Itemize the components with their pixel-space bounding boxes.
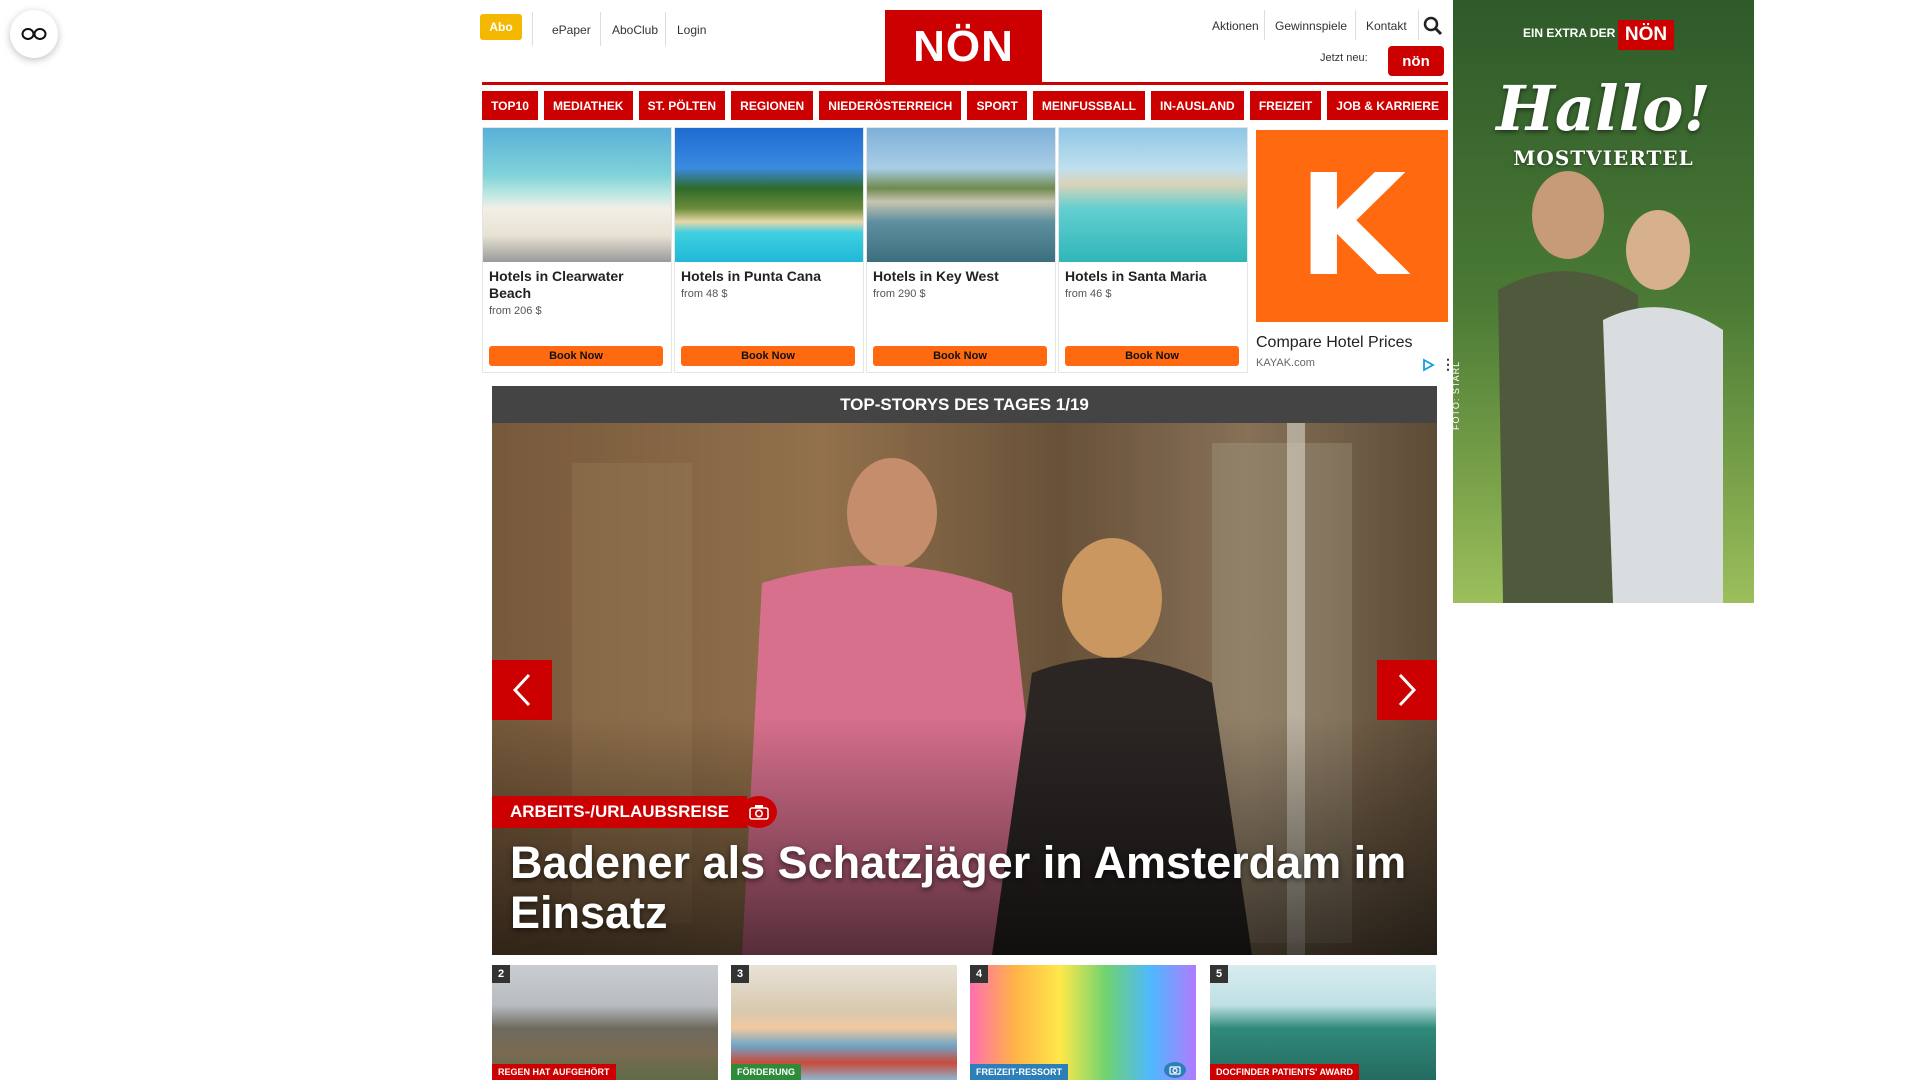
nav-st-poelten[interactable]: ST. PÖLTEN bbox=[638, 91, 726, 120]
sea-image bbox=[1059, 128, 1247, 262]
hotel-price: from 48 $ bbox=[681, 288, 728, 300]
aktionen-link[interactable]: Aktionen bbox=[1203, 12, 1268, 40]
kayak-logo[interactable]: K bbox=[1256, 130, 1448, 322]
book-now-button[interactable]: Book Now bbox=[681, 346, 855, 366]
side-ad-headline: Hallo! bbox=[1496, 72, 1711, 145]
abo-button[interactable]: Abo bbox=[480, 14, 522, 40]
header-rule bbox=[482, 82, 1448, 85]
nav-regionen[interactable]: REGIONEN bbox=[731, 91, 814, 120]
divider bbox=[600, 12, 601, 46]
story-category: FREIZEIT-RESSORT bbox=[970, 1064, 1069, 1080]
reader-mode-button[interactable] bbox=[10, 10, 58, 58]
divider bbox=[1264, 10, 1265, 40]
epaper-link[interactable]: ePaper bbox=[542, 14, 601, 46]
family-image bbox=[731, 965, 957, 1080]
hotel-title: Hotels in Santa Maria bbox=[1065, 268, 1207, 284]
jetzt-neu-label: Jetzt neu: bbox=[1320, 52, 1368, 64]
divider bbox=[1355, 10, 1356, 40]
top-stories-carousel: TOP-STORYS DES TAGES 1/19 ARBEITS-/URLAU… bbox=[492, 386, 1437, 955]
nav-freizeit[interactable]: FREIZEIT bbox=[1249, 91, 1322, 120]
gallery-badge bbox=[1164, 1062, 1186, 1078]
hero-headline[interactable]: Badener als Schatzjäger in Amsterdam im … bbox=[510, 838, 1410, 938]
story-rank: 3 bbox=[731, 965, 749, 983]
kayak-ad-title[interactable]: Compare Hotel Prices bbox=[1256, 334, 1413, 352]
bridge-image bbox=[492, 965, 718, 1080]
gallery-badge bbox=[740, 796, 777, 828]
noen-app-logo[interactable]: nön bbox=[1388, 46, 1444, 76]
story-category: DOCFINDER PATIENTS' AWARD bbox=[1210, 1064, 1359, 1080]
hotel-title: Hotels in Clearwater Beach bbox=[489, 268, 624, 301]
clinic-image bbox=[1210, 965, 1436, 1080]
carousel-next-button[interactable] bbox=[1377, 660, 1437, 720]
hero-category-badge[interactable]: ARBEITS-/URLAUBSREISE bbox=[492, 796, 748, 828]
infinity-glasses-icon bbox=[21, 28, 47, 40]
nav-meinfussball[interactable]: MEINFUSSBALL bbox=[1032, 91, 1145, 120]
hotel-ad-card[interactable]: Hotels in Key West from 290 $ Book Now bbox=[866, 127, 1056, 373]
story-thumb[interactable]: 3 FÖRDERUNG bbox=[731, 965, 957, 1080]
chevron-right-icon bbox=[1398, 673, 1417, 707]
story-thumb[interactable]: 4 FREIZEIT-RESSORT bbox=[970, 965, 1196, 1080]
nav-sport[interactable]: SPORT bbox=[967, 91, 1027, 120]
gewinnspiele-link[interactable]: Gewinnspiele bbox=[1266, 12, 1356, 40]
hotel-title: Hotels in Key West bbox=[873, 268, 999, 284]
story-category: REGEN HAT AUFGEHÖRT bbox=[492, 1064, 616, 1080]
photo-credit: FOTO: STARL bbox=[1451, 360, 1461, 430]
noen-logo[interactable]: NÖN bbox=[885, 10, 1042, 83]
top-stories-header: TOP-STORYS DES TAGES 1/19 bbox=[492, 386, 1437, 423]
side-ad-extra-label: EIN EXTRA DER bbox=[1523, 26, 1616, 40]
nav-top10[interactable]: TOP10 bbox=[482, 91, 538, 120]
divider bbox=[532, 12, 533, 46]
hotel-ad-card[interactable]: Hotels in Clearwater Beach from 206 $ Bo… bbox=[482, 127, 672, 373]
hotel-price: from 46 $ bbox=[1065, 288, 1112, 300]
side-ad-region: MOSTVIERTEL bbox=[1513, 146, 1694, 170]
login-link[interactable]: Login bbox=[667, 14, 716, 46]
divider bbox=[665, 12, 666, 46]
palm-pool-image bbox=[675, 128, 863, 262]
story-thumb[interactable]: 5 DOCFINDER PATIENTS' AWARD bbox=[1210, 965, 1436, 1080]
story-rank: 5 bbox=[1210, 965, 1228, 983]
hotel-price: from 206 $ bbox=[489, 305, 542, 317]
nav-in-ausland[interactable]: IN-AUSLAND bbox=[1150, 91, 1244, 120]
story-rank: 2 bbox=[492, 965, 510, 983]
hotel-price: from 290 $ bbox=[873, 288, 926, 300]
beach-image bbox=[483, 128, 671, 262]
nav-mediathek[interactable]: MEDIATHEK bbox=[543, 91, 633, 120]
story-category: FÖRDERUNG bbox=[731, 1064, 801, 1080]
aboclub-link[interactable]: AboClub bbox=[602, 14, 668, 46]
nav-niederoesterreich[interactable]: NIEDERÖSTERREICH bbox=[819, 91, 962, 120]
story-rank: 4 bbox=[970, 965, 988, 983]
carousel-prev-button[interactable] bbox=[492, 660, 552, 720]
camera-icon bbox=[1169, 1066, 1181, 1075]
waterfront-image bbox=[867, 128, 1055, 262]
book-now-button[interactable]: Book Now bbox=[489, 346, 663, 366]
book-now-button[interactable]: Book Now bbox=[1065, 346, 1239, 366]
hotel-ad-card[interactable]: Hotels in Santa Maria from 46 $ Book Now bbox=[1058, 127, 1248, 373]
hotel-title: Hotels in Punta Cana bbox=[681, 268, 822, 284]
hotel-ad-card[interactable]: Hotels in Punta Cana from 48 $ Book Now bbox=[674, 127, 864, 373]
search-button[interactable] bbox=[1418, 12, 1448, 40]
camera-icon bbox=[748, 805, 769, 820]
main-nav: TOP10 MEDIATHEK ST. PÖLTEN REGIONEN NIED… bbox=[482, 91, 1449, 120]
kayak-ad-url: KAYAK.com bbox=[1256, 357, 1315, 369]
story-thumb[interactable]: 2 REGEN HAT AUFGEHÖRT bbox=[492, 965, 718, 1080]
colorful-sports-image bbox=[970, 965, 1196, 1080]
search-icon bbox=[1423, 16, 1443, 36]
side-ad-noen-logo: NÖN bbox=[1618, 20, 1674, 50]
kontakt-link[interactable]: Kontakt bbox=[1357, 12, 1416, 40]
nav-job-karriere[interactable]: JOB & KARRIERE bbox=[1327, 91, 1449, 120]
book-now-button[interactable]: Book Now bbox=[873, 346, 1047, 366]
adchoices-icon[interactable] bbox=[1421, 358, 1435, 372]
chevron-left-icon bbox=[512, 673, 531, 707]
